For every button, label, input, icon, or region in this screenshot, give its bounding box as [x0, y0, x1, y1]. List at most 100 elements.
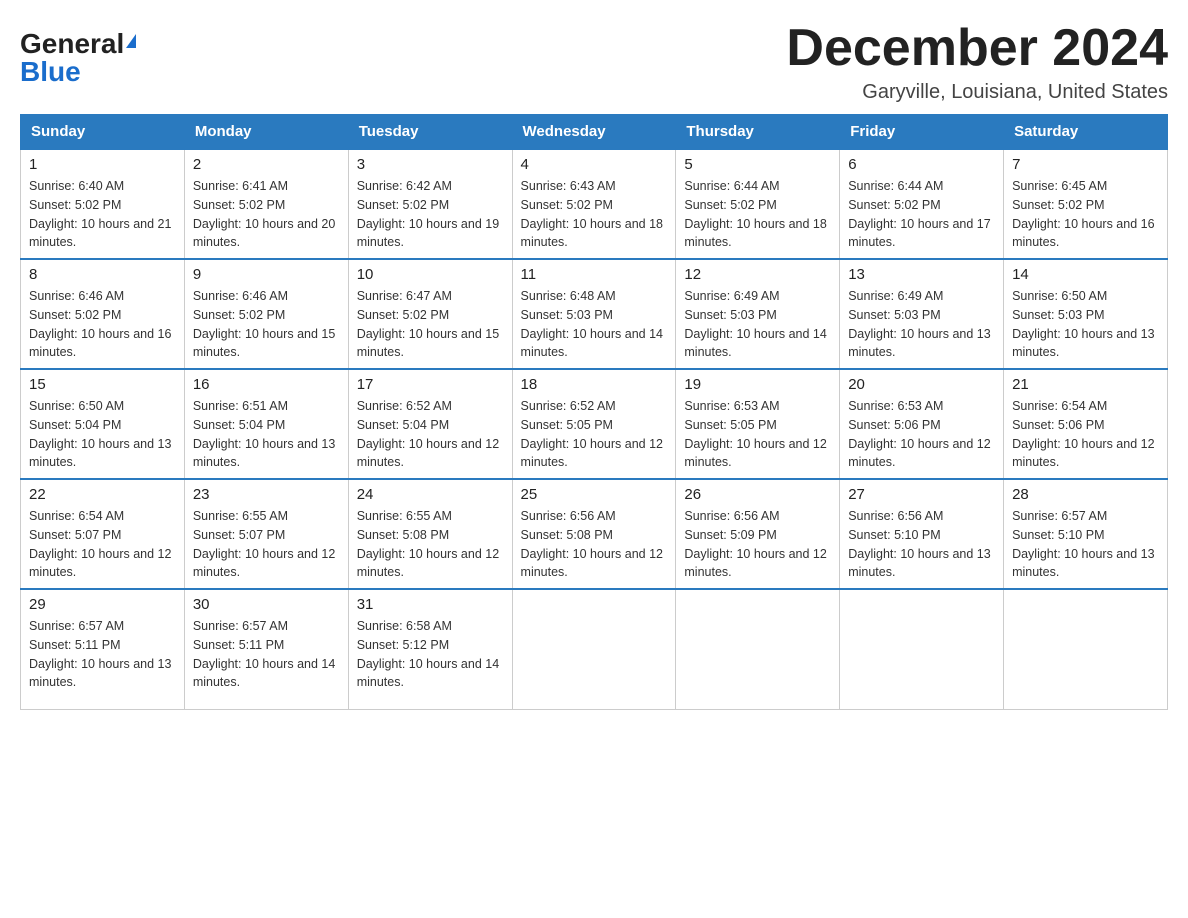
day-sun-info: Sunrise: 6:40 AMSunset: 5:02 PMDaylight:… [29, 177, 176, 252]
calendar-cell [676, 589, 840, 709]
calendar-cell: 7 Sunrise: 6:45 AMSunset: 5:02 PMDaylight… [1004, 149, 1168, 259]
day-number: 18 [521, 376, 668, 393]
day-number: 26 [684, 486, 831, 503]
calendar-cell: 1 Sunrise: 6:40 AMSunset: 5:02 PMDaylight… [21, 149, 185, 259]
day-header-tuesday: Tuesday [348, 115, 512, 150]
calendar-cell: 6 Sunrise: 6:44 AMSunset: 5:02 PMDaylight… [840, 149, 1004, 259]
calendar-cell: 11Sunrise: 6:48 AMSunset: 5:03 PMDayligh… [512, 259, 676, 369]
day-sun-info: Sunrise: 6:57 AMSunset: 5:10 PMDaylight:… [1012, 507, 1159, 582]
day-header-friday: Friday [840, 115, 1004, 150]
day-sun-info: Sunrise: 6:51 AMSunset: 5:04 PMDaylight:… [193, 397, 340, 472]
day-sun-info: Sunrise: 6:41 AMSunset: 5:02 PMDaylight:… [193, 177, 340, 252]
day-sun-info: Sunrise: 6:54 AMSunset: 5:06 PMDaylight:… [1012, 397, 1159, 472]
day-number: 9 [193, 266, 340, 283]
day-number: 3 [357, 156, 504, 173]
week-row-3: 15 Sunrise: 6:50 AMSunset: 5:04 PMDayligh… [21, 369, 1168, 479]
day-number: 15 [29, 376, 176, 393]
week-row-2: 8Sunrise: 6:46 AMSunset: 5:02 PMDaylight… [21, 259, 1168, 369]
logo: General Blue [20, 20, 136, 86]
day-number: 21 [1012, 376, 1159, 393]
day-sun-info: Sunrise: 6:57 AMSunset: 5:11 PMDaylight:… [29, 617, 176, 692]
day-headers-row: SundayMondayTuesdayWednesdayThursdayFrid… [21, 115, 1168, 150]
calendar-cell: 2 Sunrise: 6:41 AMSunset: 5:02 PMDaylight… [184, 149, 348, 259]
day-number: 25 [521, 486, 668, 503]
day-sun-info: Sunrise: 6:53 AMSunset: 5:06 PMDaylight:… [848, 397, 995, 472]
calendar-cell: 19Sunrise: 6:53 AMSunset: 5:05 PMDayligh… [676, 369, 840, 479]
calendar-cell: 27Sunrise: 6:56 AMSunset: 5:10 PMDayligh… [840, 479, 1004, 589]
day-number: 16 [193, 376, 340, 393]
day-number: 7 [1012, 156, 1159, 173]
day-header-sunday: Sunday [21, 115, 185, 150]
calendar-cell [512, 589, 676, 709]
location-text: Garyville, Louisiana, United States [786, 81, 1168, 104]
logo-general-text: General [20, 30, 124, 58]
day-number: 1 [29, 156, 176, 173]
day-sun-info: Sunrise: 6:56 AMSunset: 5:09 PMDaylight:… [684, 507, 831, 582]
calendar-cell: 20Sunrise: 6:53 AMSunset: 5:06 PMDayligh… [840, 369, 1004, 479]
logo-triangle-icon [126, 34, 136, 48]
calendar-cell: 14 Sunrise: 6:50 AMSunset: 5:03 PMDayligh… [1004, 259, 1168, 369]
day-sun-info: Sunrise: 6:45 AMSunset: 5:02 PMDaylight:… [1012, 177, 1159, 252]
month-title: December 2024 [786, 20, 1168, 77]
day-number: 14 [1012, 266, 1159, 283]
day-sun-info: Sunrise: 6:56 AMSunset: 5:10 PMDaylight:… [848, 507, 995, 582]
day-sun-info: Sunrise: 6:43 AMSunset: 5:02 PMDaylight:… [521, 177, 668, 252]
day-number: 28 [1012, 486, 1159, 503]
day-number: 5 [684, 156, 831, 173]
calendar-cell: 29 Sunrise: 6:57 AMSunset: 5:11 PMDayligh… [21, 589, 185, 709]
week-row-4: 22 Sunrise: 6:54 AMSunset: 5:07 PMDayligh… [21, 479, 1168, 589]
calendar-cell: 26 Sunrise: 6:56 AMSunset: 5:09 PMDayligh… [676, 479, 840, 589]
calendar-cell: 16 Sunrise: 6:51 AMSunset: 5:04 PMDayligh… [184, 369, 348, 479]
day-sun-info: Sunrise: 6:55 AMSunset: 5:07 PMDaylight:… [193, 507, 340, 582]
day-sun-info: Sunrise: 6:44 AMSunset: 5:02 PMDaylight:… [848, 177, 995, 252]
title-area: December 2024 Garyville, Louisiana, Unit… [786, 20, 1168, 104]
day-sun-info: Sunrise: 6:55 AMSunset: 5:08 PMDaylight:… [357, 507, 504, 582]
calendar-cell: 22 Sunrise: 6:54 AMSunset: 5:07 PMDayligh… [21, 479, 185, 589]
day-sun-info: Sunrise: 6:54 AMSunset: 5:07 PMDaylight:… [29, 507, 176, 582]
day-number: 24 [357, 486, 504, 503]
day-sun-info: Sunrise: 6:47 AMSunset: 5:02 PMDaylight:… [357, 287, 504, 362]
calendar-cell: 28 Sunrise: 6:57 AMSunset: 5:10 PMDayligh… [1004, 479, 1168, 589]
calendar-cell: 30Sunrise: 6:57 AMSunset: 5:11 PMDayligh… [184, 589, 348, 709]
day-number: 30 [193, 596, 340, 613]
calendar-cell: 17 Sunrise: 6:52 AMSunset: 5:04 PMDayligh… [348, 369, 512, 479]
week-row-1: 1 Sunrise: 6:40 AMSunset: 5:02 PMDaylight… [21, 149, 1168, 259]
day-number: 8 [29, 266, 176, 283]
day-sun-info: Sunrise: 6:52 AMSunset: 5:05 PMDaylight:… [521, 397, 668, 472]
day-sun-info: Sunrise: 6:56 AMSunset: 5:08 PMDaylight:… [521, 507, 668, 582]
week-row-5: 29 Sunrise: 6:57 AMSunset: 5:11 PMDayligh… [21, 589, 1168, 709]
calendar-cell: 23 Sunrise: 6:55 AMSunset: 5:07 PMDayligh… [184, 479, 348, 589]
calendar-cell: 8Sunrise: 6:46 AMSunset: 5:02 PMDaylight… [21, 259, 185, 369]
calendar-cell: 24 Sunrise: 6:55 AMSunset: 5:08 PMDayligh… [348, 479, 512, 589]
calendar-cell: 4Sunrise: 6:43 AMSunset: 5:02 PMDaylight… [512, 149, 676, 259]
day-number: 2 [193, 156, 340, 173]
day-sun-info: Sunrise: 6:48 AMSunset: 5:03 PMDaylight:… [521, 287, 668, 362]
day-sun-info: Sunrise: 6:50 AMSunset: 5:03 PMDaylight:… [1012, 287, 1159, 362]
calendar-cell: 5 Sunrise: 6:44 AMSunset: 5:02 PMDaylight… [676, 149, 840, 259]
day-number: 13 [848, 266, 995, 283]
logo-blue-text: Blue [20, 58, 81, 86]
day-number: 31 [357, 596, 504, 613]
day-number: 23 [193, 486, 340, 503]
day-header-monday: Monday [184, 115, 348, 150]
day-number: 22 [29, 486, 176, 503]
calendar-cell: 18 Sunrise: 6:52 AMSunset: 5:05 PMDayligh… [512, 369, 676, 479]
calendar-cell: 31 Sunrise: 6:58 AMSunset: 5:12 PMDayligh… [348, 589, 512, 709]
calendar-cell [1004, 589, 1168, 709]
day-sun-info: Sunrise: 6:44 AMSunset: 5:02 PMDaylight:… [684, 177, 831, 252]
day-sun-info: Sunrise: 6:50 AMSunset: 5:04 PMDaylight:… [29, 397, 176, 472]
day-number: 29 [29, 596, 176, 613]
day-header-wednesday: Wednesday [512, 115, 676, 150]
day-number: 19 [684, 376, 831, 393]
day-sun-info: Sunrise: 6:42 AMSunset: 5:02 PMDaylight:… [357, 177, 504, 252]
day-sun-info: Sunrise: 6:58 AMSunset: 5:12 PMDaylight:… [357, 617, 504, 692]
day-number: 17 [357, 376, 504, 393]
day-sun-info: Sunrise: 6:52 AMSunset: 5:04 PMDaylight:… [357, 397, 504, 472]
calendar-cell: 10 Sunrise: 6:47 AMSunset: 5:02 PMDayligh… [348, 259, 512, 369]
calendar-cell: 15 Sunrise: 6:50 AMSunset: 5:04 PMDayligh… [21, 369, 185, 479]
calendar-cell: 25 Sunrise: 6:56 AMSunset: 5:08 PMDayligh… [512, 479, 676, 589]
day-number: 6 [848, 156, 995, 173]
day-number: 10 [357, 266, 504, 283]
calendar-cell: 3 Sunrise: 6:42 AMSunset: 5:02 PMDaylight… [348, 149, 512, 259]
page-header: General Blue December 2024 Garyville, Lo… [20, 20, 1168, 104]
